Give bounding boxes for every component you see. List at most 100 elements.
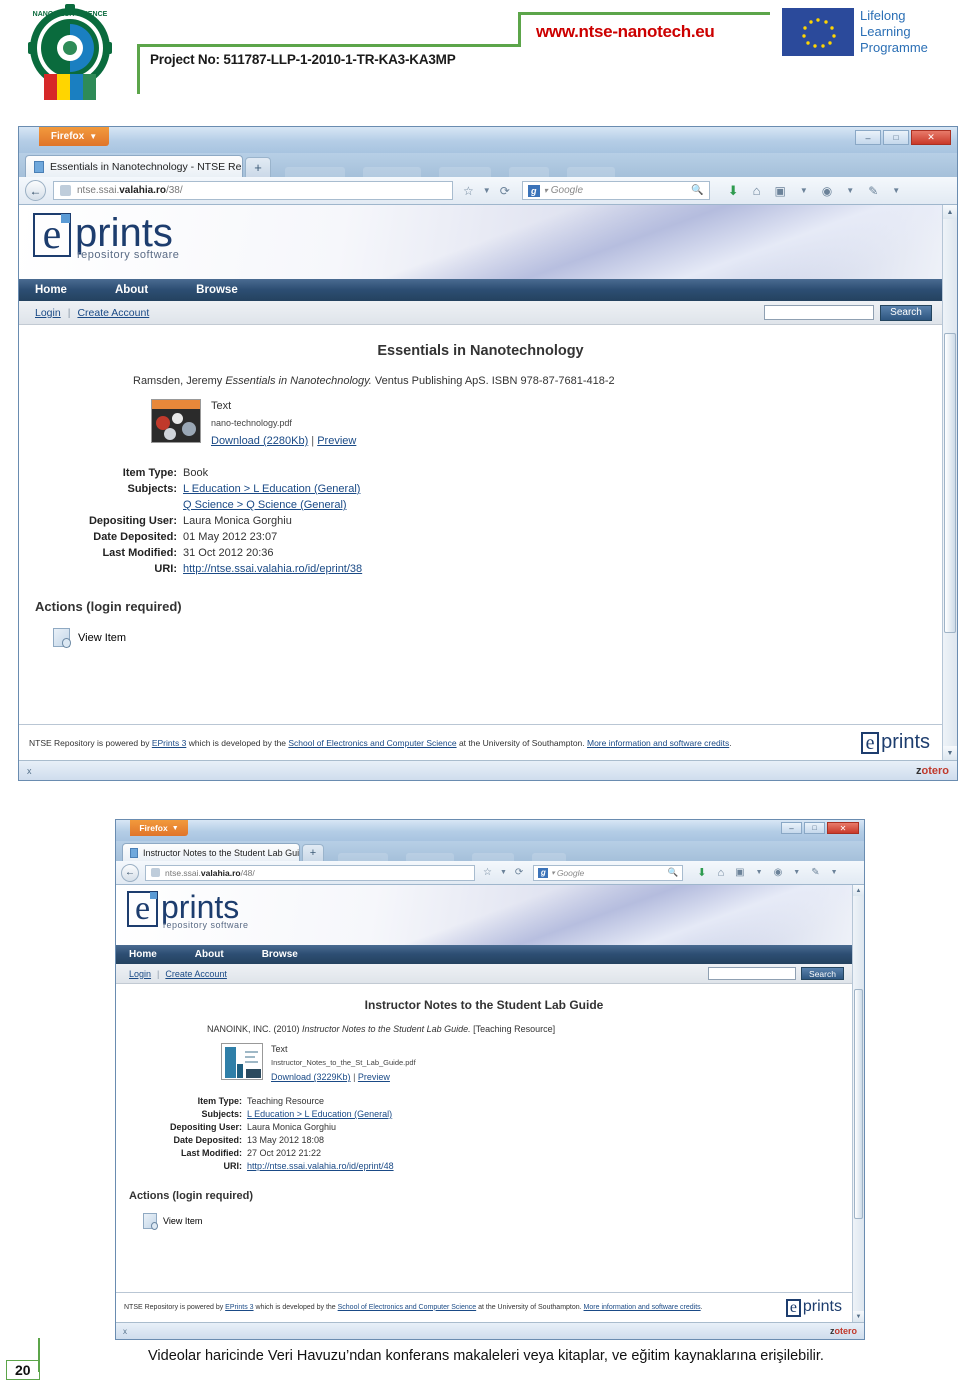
new-tab-button[interactable]: + (245, 157, 271, 177)
search-icon[interactable]: 🔍 (691, 185, 703, 196)
address-bar[interactable]: ntse.ssai.valahia.ro/38/ (53, 181, 453, 200)
firefox-menu-button[interactable]: Firefox ▼ (39, 127, 109, 146)
close-button[interactable]: ✕ (911, 130, 951, 145)
back-button[interactable]: ← (25, 180, 46, 201)
sidebar-item-home[interactable]: Home (129, 949, 157, 960)
tools-icon[interactable]: ✎ (868, 184, 878, 198)
sidebar-item-about[interactable]: About (195, 949, 224, 960)
uri-link[interactable]: http://ntse.ssai.valahia.ro/id/eprint/38 (183, 561, 362, 577)
google-search-engine-icon[interactable]: g (527, 184, 540, 197)
minimize-button[interactable]: – (855, 130, 881, 145)
browser-tab-active[interactable]: Instructor Notes to the Student Lab Guid… (122, 843, 300, 861)
download-icon[interactable]: ⬇ (697, 866, 706, 879)
actions-heading: Actions (login required) (129, 1190, 254, 1202)
chevron-down-icon[interactable]: ▼ (500, 869, 507, 876)
chevron-down-icon[interactable]: ▼ (831, 869, 838, 876)
action-view-item[interactable]: View Item (143, 1213, 839, 1230)
chevron-down-icon[interactable]: ▼ (800, 186, 808, 195)
close-button[interactable]: ✕ (827, 822, 859, 834)
site-search-input[interactable] (764, 305, 874, 320)
scrollbar-thumb[interactable] (854, 988, 863, 1219)
zotero-icon[interactable]: ◉ (822, 184, 832, 198)
back-button[interactable]: ← (121, 863, 139, 882)
school-link[interactable]: School of Electronics and Computer Scien… (338, 1304, 477, 1311)
chevron-down-icon[interactable]: ▼ (846, 186, 854, 195)
bookmark-star-icon[interactable]: ☆ (463, 184, 474, 198)
tools-icon[interactable]: ✎ (811, 867, 819, 878)
project-number: Project No: 511787-LLP-1-2010-1-TR-KA3-K… (150, 52, 456, 67)
minimize-button[interactable]: – (781, 822, 802, 834)
maximize-button[interactable]: □ (883, 130, 909, 145)
site-footer-top: NTSE Repository is powered by EPrints 3 … (19, 724, 942, 760)
search-bar[interactable]: g ▾ Google 🔍 (533, 864, 684, 881)
scrollbar-thumb[interactable] (944, 332, 956, 633)
chevron-down-icon[interactable]: ▼ (793, 869, 800, 876)
chevron-down-icon[interactable]: ▼ (756, 869, 763, 876)
scroll-up-button[interactable]: ▲ (943, 205, 957, 219)
create-account-link[interactable]: Create Account (165, 969, 227, 979)
download-link[interactable]: Download (3229Kb) (271, 1072, 351, 1082)
library-icon[interactable]: ▣ (775, 184, 786, 198)
preview-link[interactable]: Preview (358, 1072, 390, 1082)
uri-link[interactable]: http://ntse.ssai.valahia.ro/id/eprint/48 (247, 1160, 394, 1173)
scroll-up-button[interactable]: ▲ (853, 885, 864, 896)
sidebar-item-browse[interactable]: Browse (262, 949, 298, 960)
eprints-logo-tagline: repository software (163, 920, 249, 930)
new-tab-button[interactable]: + (302, 844, 324, 861)
search-bar[interactable]: g ▾ Google 🔍 (521, 181, 710, 200)
field-value: Book (183, 467, 209, 479)
page-scrollbar-vertical[interactable]: ▲ ▼ (942, 205, 957, 760)
sidebar-item-about[interactable]: About (115, 284, 148, 296)
credits-link[interactable]: More information and software credits (584, 1304, 701, 1311)
site-search-input[interactable] (708, 967, 796, 980)
chevron-down-icon[interactable]: ▼ (483, 186, 491, 195)
download-link[interactable]: Download (2280Kb) (211, 435, 308, 447)
llp-line-1: Lifelong (860, 8, 906, 23)
firefox-menu-button[interactable]: Firefox ▼ (130, 820, 188, 836)
eprints-logo[interactable]: e prints repository software (116, 885, 852, 930)
reload-icon[interactable]: ⟳ (500, 184, 510, 198)
site-search-button[interactable]: Search (801, 967, 844, 980)
subject-link[interactable]: Q Science > Q Science (General) (183, 497, 362, 513)
preview-link[interactable]: Preview (317, 435, 356, 447)
window-controls-top: – □ ✕ (855, 130, 951, 145)
credits-link[interactable]: More information and software credits (587, 738, 729, 748)
eprints-logo-wordmark: prints (161, 889, 240, 925)
google-search-engine-icon[interactable]: g (538, 867, 549, 878)
subject-link[interactable]: L Education > L Education (General) (247, 1108, 394, 1121)
home-icon[interactable]: ⌂ (718, 867, 725, 879)
zotero-icon[interactable]: ◉ (774, 867, 783, 878)
browser-tab-active[interactable]: Essentials in Nanotechnology - NTSE Re.. (25, 155, 243, 177)
table-row: Date Deposited: 01 May 2012 23:07 (71, 529, 362, 545)
eprints-logo[interactable]: e prints repository software (19, 205, 942, 261)
reload-icon[interactable]: ⟳ (515, 867, 523, 878)
zotero-status-button[interactable]: zotero (916, 765, 949, 777)
search-icon[interactable]: 🔍 (668, 867, 679, 878)
home-icon[interactable]: ⌂ (753, 183, 761, 198)
library-icon[interactable]: ▣ (735, 867, 744, 878)
address-bar[interactable]: ntse.ssai.valahia.ro/48/ (145, 864, 475, 881)
school-link[interactable]: School of Electronics and Computer Scien… (288, 738, 456, 748)
maximize-button[interactable]: □ (804, 822, 825, 834)
download-icon[interactable]: ⬇ (728, 183, 739, 199)
create-account-link[interactable]: Create Account (77, 307, 149, 319)
document-filename: nano-technology.pdf (211, 418, 292, 428)
site-search-button[interactable]: Search (880, 304, 932, 321)
sidebar-item-browse[interactable]: Browse (196, 284, 238, 296)
scroll-down-button[interactable]: ▼ (853, 1311, 864, 1322)
document-thumbnail[interactable] (221, 1043, 263, 1080)
document-thumbnail[interactable] (151, 399, 201, 443)
login-link[interactable]: Login (129, 969, 151, 979)
scroll-down-button[interactable]: ▼ (943, 746, 957, 760)
action-view-item[interactable]: View Item (53, 628, 926, 648)
llp-line-2: Learning (860, 24, 911, 39)
bookmark-star-icon[interactable]: ☆ (483, 867, 492, 878)
eprints-link[interactable]: EPrints 3 (152, 738, 187, 748)
zotero-status-button[interactable]: zotero (830, 1326, 857, 1336)
subject-link[interactable]: L Education > L Education (General) (183, 481, 362, 497)
chevron-down-icon[interactable]: ▼ (892, 186, 900, 195)
sidebar-item-home[interactable]: Home (35, 284, 67, 296)
page-scrollbar-vertical[interactable]: ▲ ▼ (852, 885, 864, 1322)
eprints-link[interactable]: EPrints 3 (225, 1304, 253, 1311)
login-link[interactable]: Login (35, 307, 61, 319)
